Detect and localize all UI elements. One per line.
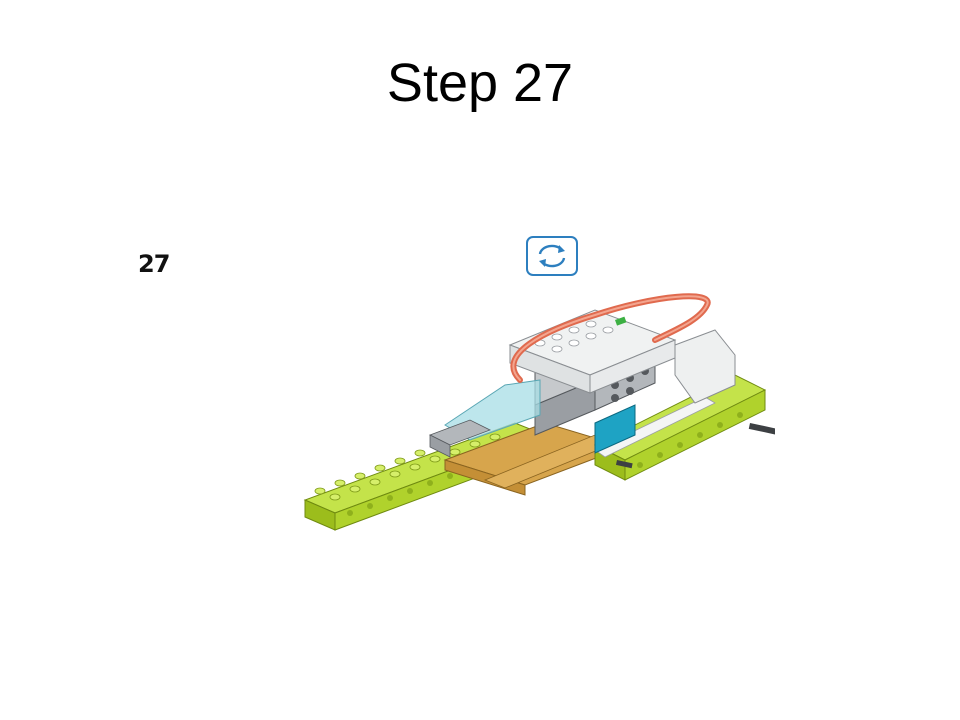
rotate-model-icon <box>526 236 578 276</box>
lego-model-illustration <box>295 285 778 545</box>
slide-title: Step 27 <box>386 53 574 113</box>
step-number: 27 <box>138 250 170 278</box>
